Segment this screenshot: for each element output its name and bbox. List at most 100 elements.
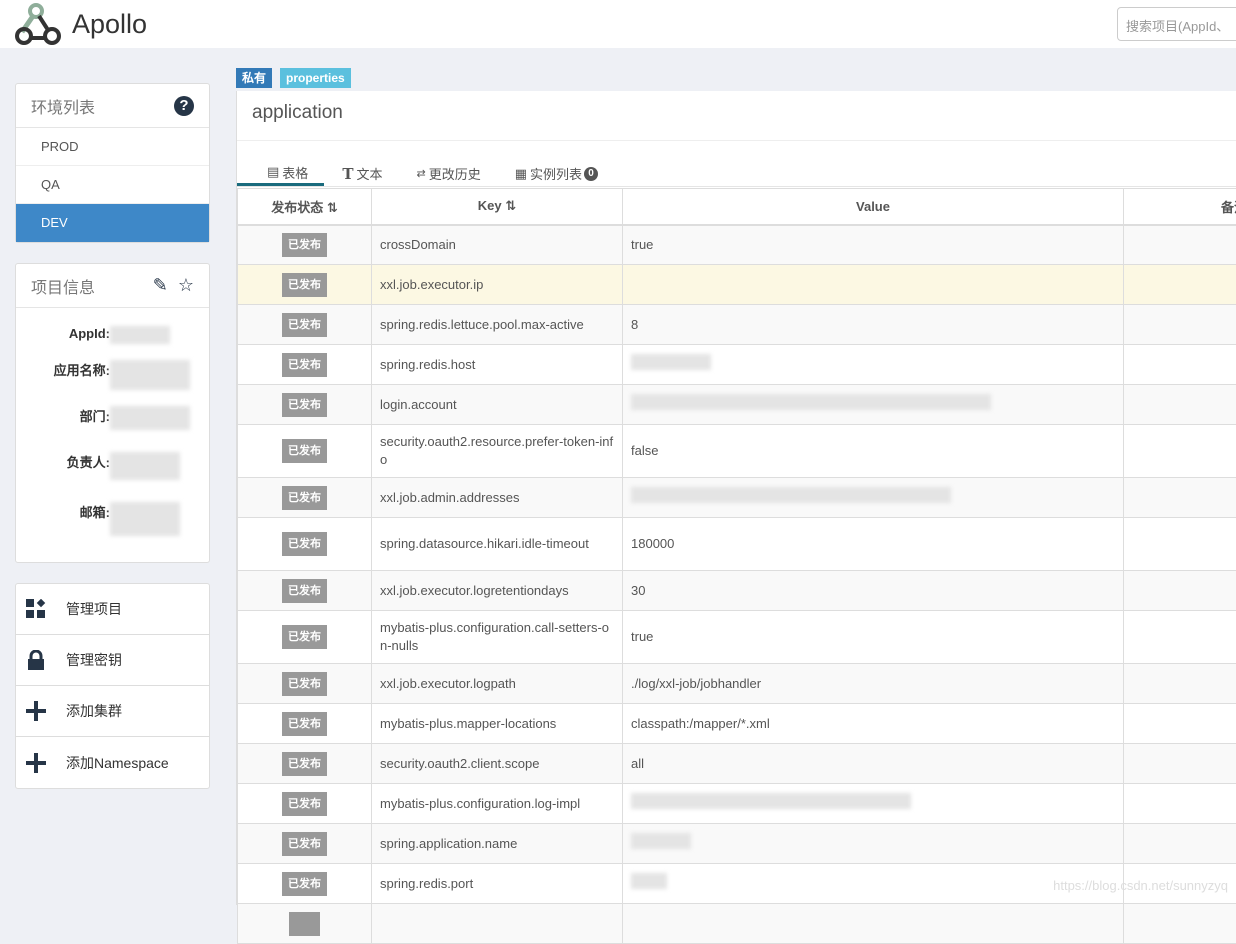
key-text: mybatis-plus.configuration.call-setters-… [380,620,609,653]
namespace-title: application [237,91,1236,141]
table-row-partial[interactable] [238,904,1236,944]
published-badge: 已发布 [282,233,327,257]
table-row[interactable]: 已发布 xxl.job.executor.ip [238,265,1236,305]
comment-cell [1124,611,1236,664]
tab-text[interactable]: T文本 [324,161,398,186]
table-row[interactable]: 已发布 spring.redis.host [238,345,1236,385]
table-row[interactable]: 已发布 spring.datasource.hikari.idle-timeou… [238,518,1236,571]
value-cell [623,385,1124,425]
col-key[interactable]: Key ⇅ [372,189,623,225]
tab-instances[interactable]: ▦实例列表0 [497,161,614,186]
table-row[interactable]: 已发布 spring.application.name [238,824,1236,864]
status-cell: 已发布 [238,611,372,664]
key-cell: spring.redis.host [372,345,623,385]
key-text: login.account [380,397,457,412]
logo-text: Apollo [72,9,147,40]
col-comment: 备注 [1124,189,1236,225]
key-text: spring.redis.port [380,876,473,891]
key-cell: crossDomain [372,225,623,265]
key-cell: login.account [372,385,623,425]
table-row[interactable]: 已发布 xxl.job.admin.addresses [238,478,1236,518]
value-cell [623,265,1124,305]
key-text: xxl.job.admin.addresses [380,490,519,505]
manage-project-button[interactable]: 管理项目 [16,584,209,635]
table-row[interactable]: 已发布 mybatis-plus.mapper-locations classp… [238,704,1236,744]
key-text: xxl.job.executor.logpath [380,676,516,691]
project-search-input[interactable]: 搜索项目(AppId、 [1117,7,1236,41]
table-row[interactable]: 已发布 mybatis-plus.configuration.call-sett… [238,611,1236,664]
apps-icon [26,599,46,619]
value-text: 30 [631,583,645,598]
key-cell: security.oauth2.client.scope [372,744,623,784]
key-cell: security.oauth2.resource.prefer-token-in… [372,425,623,478]
table-row[interactable]: 已发布 security.oauth2.resource.prefer-toke… [238,425,1236,478]
app-name-label: 应用名称: [30,360,110,406]
apollo-logo[interactable]: Apollo [14,2,147,46]
key-cell: xxl.job.executor.ip [372,265,623,305]
top-navbar: Apollo 搜索项目(AppId、 [0,0,1236,48]
published-badge: 已发布 [282,532,327,556]
published-badge: 已发布 [282,672,327,696]
col-label: Value [856,199,890,214]
published-badge: 已发布 [282,313,327,337]
key-text: mybatis-plus.configuration.log-impl [380,796,580,811]
comment-cell [1124,305,1236,345]
manage-secret-button[interactable]: 管理密钥 [16,635,209,686]
comment-cell [1124,784,1236,824]
env-item-dev[interactable]: DEV [16,204,209,242]
value-cell: ./log/xxl-job/jobhandler [623,664,1124,704]
add-namespace-button[interactable]: 添加Namespace [16,737,209,788]
star-icon[interactable]: ☆ [178,275,194,296]
env-list-panel: 环境列表 ? PROD QA DEV [15,83,210,243]
key-text: security.oauth2.client.scope [380,756,539,771]
value-text: false [631,443,658,458]
env-item-prod[interactable]: PROD [16,128,209,166]
table-row[interactable]: 已发布 xxl.job.executor.logpath ./log/xxl-j… [238,664,1236,704]
key-text: xxl.job.executor.logretentiondays [380,583,569,598]
private-badge: 私有 [236,68,272,88]
key-text: crossDomain [380,237,456,252]
key-cell: spring.redis.port [372,864,623,904]
key-text: spring.redis.host [380,357,475,372]
value-text: classpath:/mapper/*.xml [631,716,770,731]
col-label: 备注 [1221,200,1236,215]
redacted-value [631,394,991,410]
value-cell [623,824,1124,864]
status-cell: 已发布 [238,864,372,904]
value-text: true [631,237,653,252]
comment-cell [1124,478,1236,518]
help-icon[interactable]: ? [174,96,194,116]
add-cluster-button[interactable]: 添加集群 [16,686,209,737]
table-row[interactable]: 已发布 mybatis-plus.configuration.log-impl [238,784,1236,824]
tab-table[interactable]: ▤表格 [237,161,324,186]
status-cell: 已发布 [238,571,372,611]
watermark: https://blog.csdn.net/sunnyzyq [1053,878,1228,893]
tab-history[interactable]: ⇄更改历史 [399,161,497,186]
value-cell: true [623,225,1124,265]
published-badge: 已发布 [282,486,327,510]
status-cell: 已发布 [238,518,372,571]
table-icon: ▤ [267,164,279,180]
col-status[interactable]: 发布状态 ⇅ [238,189,372,225]
status-cell: 已发布 [238,425,372,478]
value-cell: 180000 [623,518,1124,571]
comment-cell [1124,664,1236,704]
format-badge: properties [280,68,351,88]
published-badge: 已发布 [282,579,327,603]
key-text: xxl.job.executor.ip [380,277,483,292]
table-row[interactable]: 已发布 crossDomain true [238,225,1236,265]
table-row[interactable]: 已发布 spring.redis.lettuce.pool.max-active… [238,305,1236,345]
instance-count-badge: 0 [584,167,598,181]
table-row[interactable]: 已发布 xxl.job.executor.logretentiondays 30 [238,571,1236,611]
swap-icon: ⇄ [417,167,426,180]
edit-icon[interactable]: ✎ [153,275,168,296]
env-item-qa[interactable]: QA [16,166,209,204]
instances-icon: ▦ [515,166,527,182]
published-badge: 已发布 [282,393,327,417]
value-cell [623,784,1124,824]
value-cell: false [623,425,1124,478]
comment-cell [1124,345,1236,385]
table-row[interactable]: 已发布 login.account [238,385,1236,425]
table-row[interactable]: 已发布 security.oauth2.client.scope all [238,744,1236,784]
project-info-panel: 项目信息 ✎☆ AppId: 应用名称: 部门: 负责人: 邮箱: [15,263,210,563]
